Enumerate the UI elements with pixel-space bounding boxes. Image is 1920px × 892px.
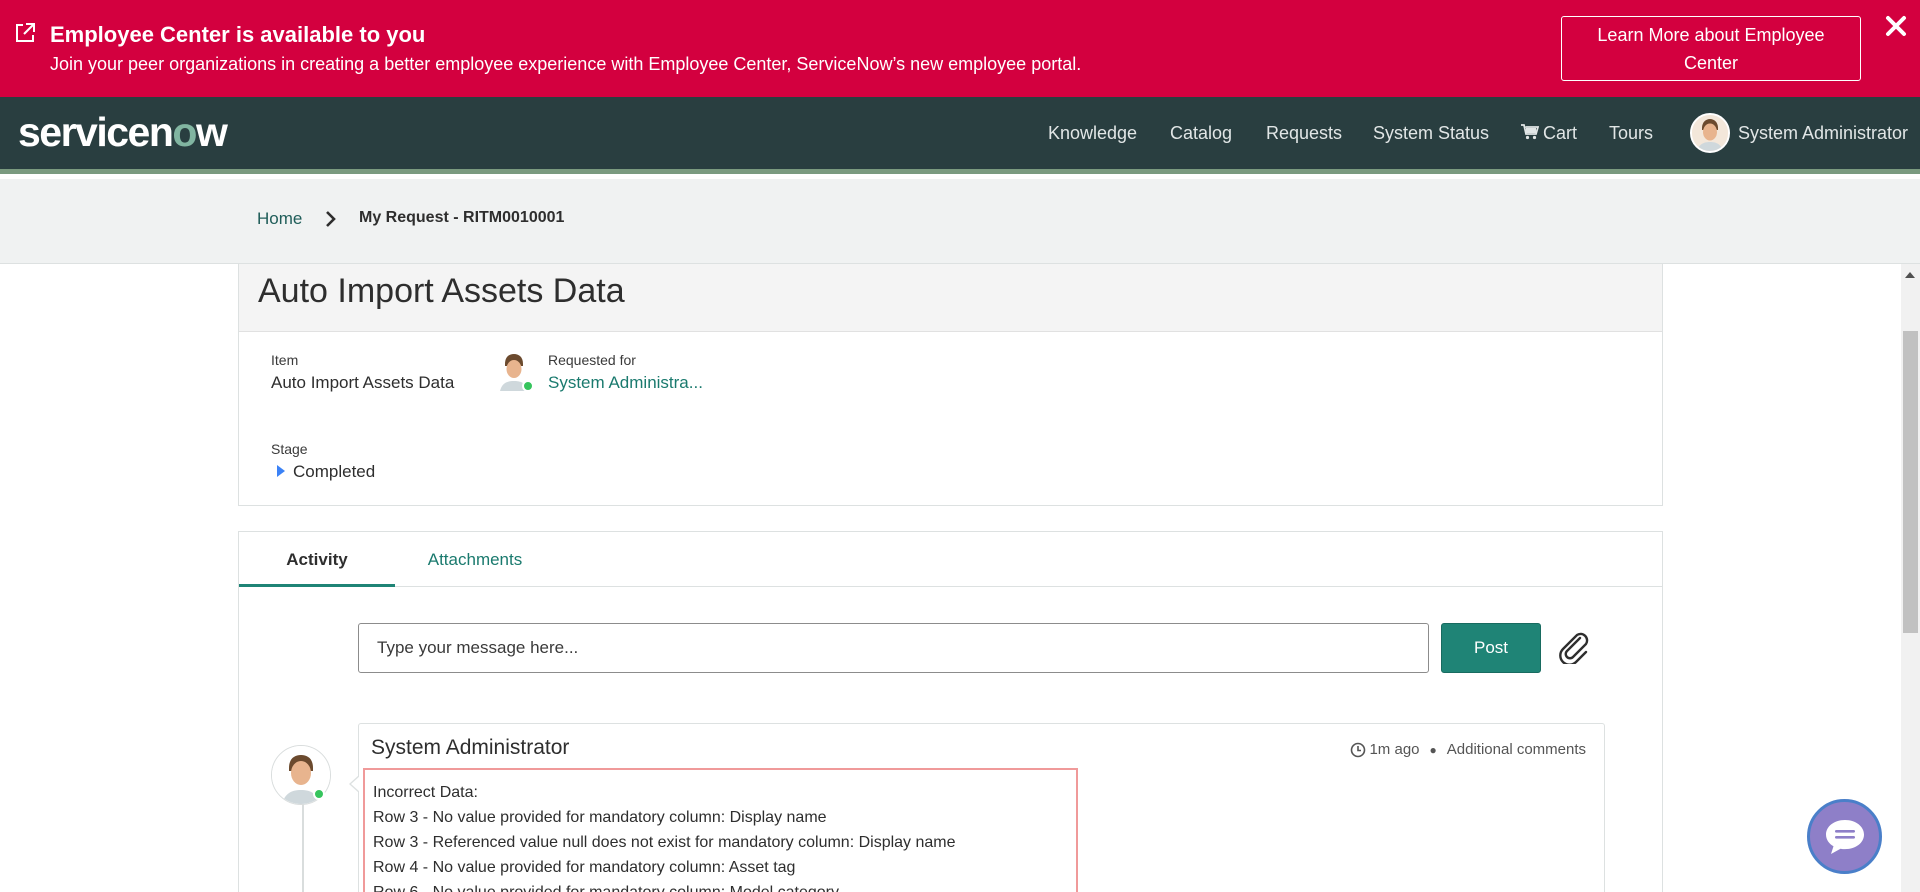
tab-attachments[interactable]: Attachments xyxy=(395,532,555,587)
error-message-box: Incorrect Data: Row 3 - No value provide… xyxy=(363,768,1078,892)
stage-label: Stage xyxy=(271,441,308,457)
cart-icon xyxy=(1521,124,1539,140)
requested-for-link[interactable]: System Administra... xyxy=(548,373,703,393)
banner-title: Employee Center is available to you xyxy=(50,22,426,47)
learn-more-button[interactable]: Learn More about Employee Center xyxy=(1561,16,1861,81)
entry-author: System Administrator xyxy=(371,736,570,759)
nav-cart-label: Cart xyxy=(1543,123,1578,143)
nav-tours[interactable]: Tours xyxy=(1609,97,1653,169)
entry-meta: 1m ago ● Additional comments xyxy=(1350,741,1586,758)
timeline-line xyxy=(302,800,304,892)
user-name: System Administrator xyxy=(1738,122,1909,143)
breadcrumb-current: My Request - RITM0010001 xyxy=(359,209,565,226)
item-label: Item xyxy=(271,352,299,368)
logo-o-mark: o xyxy=(172,109,197,155)
online-status-dot xyxy=(522,380,534,392)
user-avatar xyxy=(1690,113,1730,153)
error-line: Row 3 - Referenced value null does not e… xyxy=(373,834,956,851)
error-line: Incorrect Data: xyxy=(373,784,478,801)
caret-right-icon[interactable] xyxy=(277,465,285,477)
close-icon[interactable] xyxy=(1882,12,1910,40)
top-navigation-bar: servicenow Knowledge Catalog Requests Sy… xyxy=(0,97,1920,174)
post-button[interactable]: Post xyxy=(1441,623,1541,673)
error-line: Row 3 - No value provided for mandatory … xyxy=(373,809,827,826)
user-menu[interactable]: System Administrator xyxy=(1690,97,1908,169)
entry-type: Additional comments xyxy=(1446,741,1586,758)
meta-separator: ● xyxy=(1429,742,1437,757)
comment-pointer-fill xyxy=(351,776,360,792)
breadcrumb: Home My Request - RITM0010001 xyxy=(0,179,1920,264)
entry-time: 1m ago xyxy=(1369,741,1420,758)
online-status-dot xyxy=(313,788,325,800)
activity-tabs: Activity Attachments xyxy=(239,532,1662,587)
nav-system-status[interactable]: System Status xyxy=(1373,97,1489,169)
banner-description: Join your peer organizations in creating… xyxy=(50,54,1082,74)
paperclip-icon[interactable] xyxy=(1558,632,1592,664)
nav-catalog[interactable]: Catalog xyxy=(1170,97,1232,169)
nav-cart[interactable]: Cart xyxy=(1521,97,1577,169)
requested-for-label: Requested for xyxy=(548,352,636,368)
page-title: Auto Import Assets Data xyxy=(258,272,625,310)
chat-bubble-icon xyxy=(1826,820,1864,854)
nav-requests[interactable]: Requests xyxy=(1266,97,1342,169)
servicenow-logo[interactable]: servicenow xyxy=(18,109,228,156)
tab-activity[interactable]: Activity xyxy=(239,532,395,587)
employee-center-banner: Employee Center is available to you Join… xyxy=(0,0,1920,97)
request-header: Auto Import Assets Data xyxy=(239,264,1662,332)
error-line: Row 6 - No value provided for mandatory … xyxy=(373,880,1068,892)
activity-entry: System Administrator 1m ago ● Additional… xyxy=(358,723,1605,892)
user-avatar-image xyxy=(1692,115,1728,151)
request-summary-card: Auto Import Assets Data Item Auto Import… xyxy=(238,264,1663,506)
external-link-icon xyxy=(16,23,35,42)
clock-icon xyxy=(1351,742,1366,757)
nav-knowledge[interactable]: Knowledge xyxy=(1048,97,1137,169)
error-line: Row 4 - No value provided for mandatory … xyxy=(373,859,796,876)
item-value: Auto Import Assets Data xyxy=(271,373,455,392)
breadcrumb-home[interactable]: Home xyxy=(257,209,302,229)
scrollbar-thumb[interactable] xyxy=(1903,331,1918,633)
message-input[interactable] xyxy=(358,623,1429,673)
virtual-agent-chat-button[interactable] xyxy=(1807,799,1882,874)
scroll-up-arrow-icon[interactable] xyxy=(1905,272,1915,278)
chevron-right-icon xyxy=(326,211,336,227)
stage-value: Completed xyxy=(293,462,376,481)
